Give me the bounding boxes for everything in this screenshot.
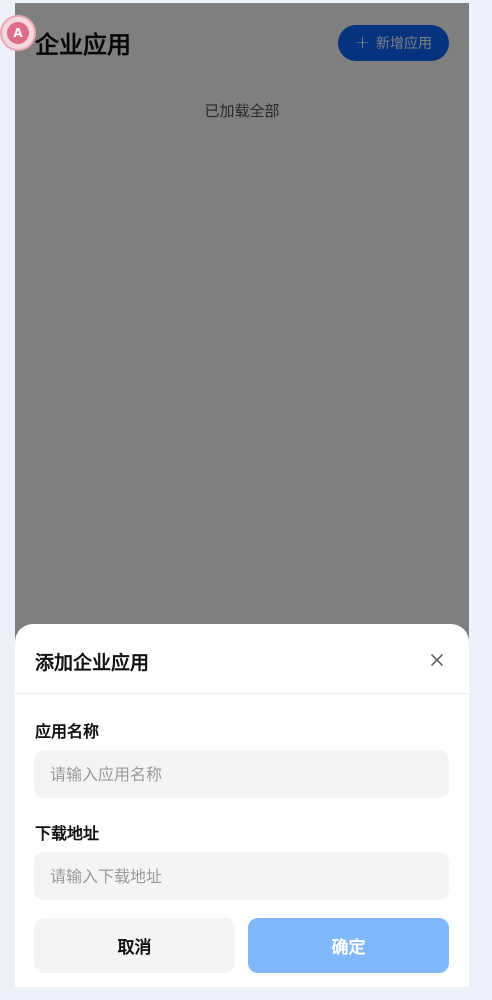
avatar[interactable]: A: [0, 15, 36, 51]
app-screen: 企业应用 + 新增应用 已加载全部 添加企业应用 应用名称 下载地址 取消 确定: [15, 3, 469, 987]
download-url-label: 下载地址: [35, 824, 100, 843]
confirm-button[interactable]: 确定: [248, 918, 449, 973]
avatar-initial: A: [7, 22, 29, 44]
app-name-input[interactable]: [34, 750, 449, 798]
download-url-input[interactable]: [34, 852, 449, 900]
cancel-button[interactable]: 取消: [34, 918, 235, 973]
dialog-divider: [15, 693, 469, 694]
close-icon[interactable]: [425, 648, 449, 672]
add-app-dialog: 添加企业应用 应用名称 下载地址 取消 确定: [15, 624, 469, 987]
dialog-title: 添加企业应用: [35, 652, 150, 674]
app-name-label: 应用名称: [35, 722, 100, 741]
